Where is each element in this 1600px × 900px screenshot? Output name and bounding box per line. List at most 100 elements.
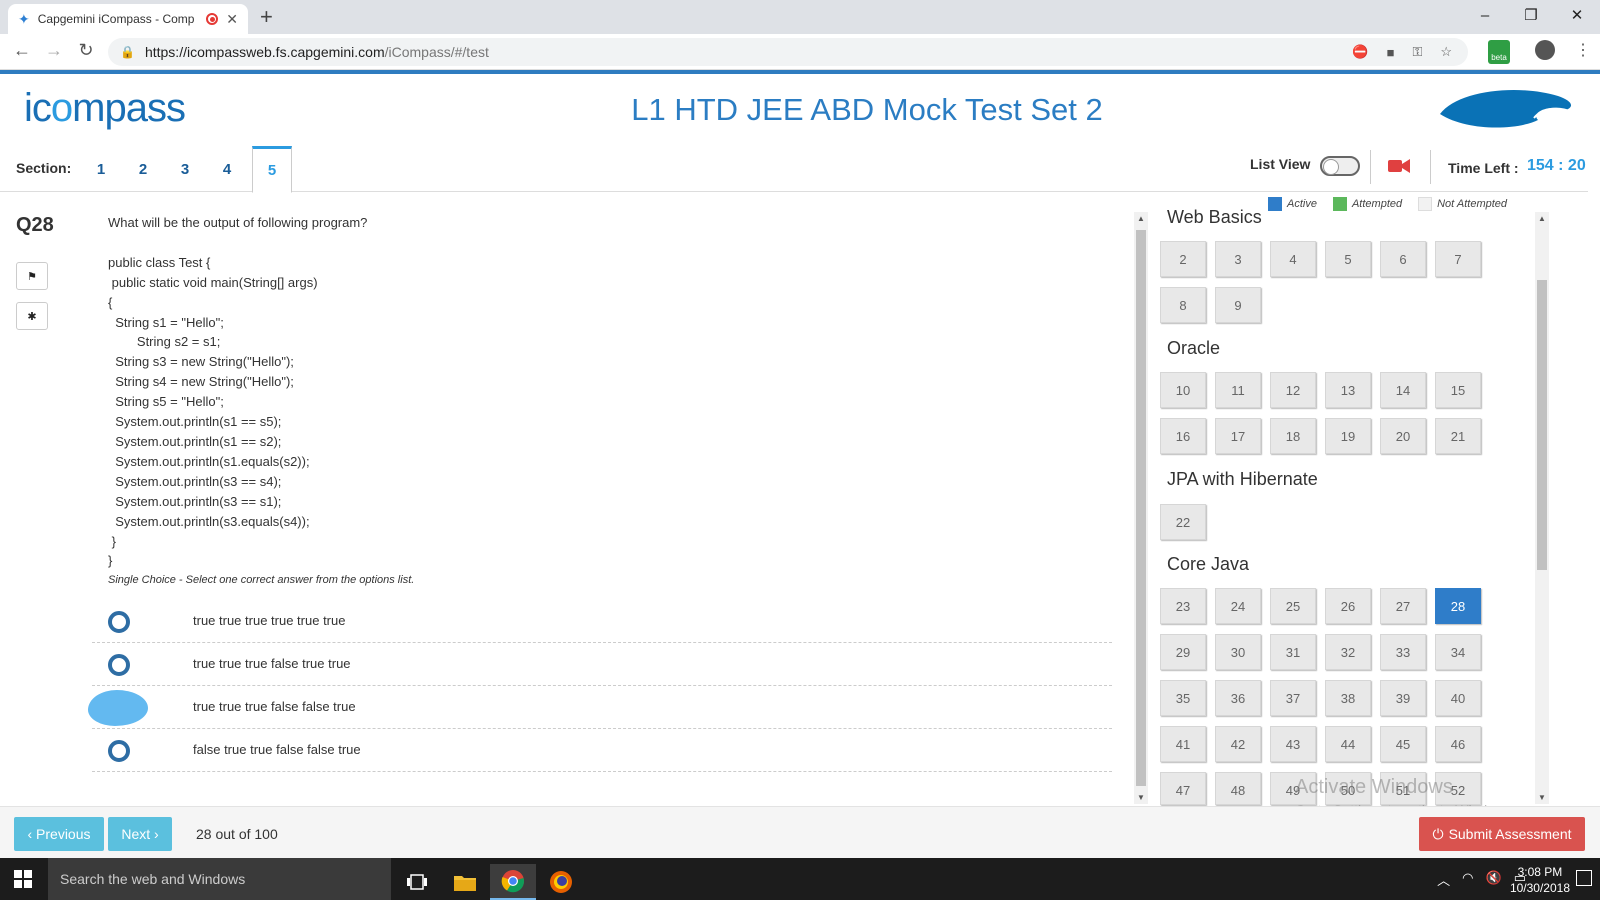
option-4[interactable]: false true true false false true <box>92 729 1112 772</box>
palette-question-43[interactable]: 43 <box>1270 726 1316 762</box>
minimize-button[interactable]: – <box>1462 0 1508 30</box>
palette-question-47[interactable]: 47 <box>1160 772 1206 805</box>
scroll-down-icon[interactable]: ▼ <box>1134 793 1148 802</box>
report-bug-button[interactable]: ✱ <box>16 302 48 330</box>
question-scrollbar[interactable]: ▲ ▼ <box>1134 212 1148 804</box>
close-window-button[interactable]: ✕ <box>1554 0 1600 30</box>
palette-question-7[interactable]: 7 <box>1435 241 1481 277</box>
palette-question-38[interactable]: 38 <box>1325 680 1371 716</box>
browser-tab[interactable]: ✦ Capgemini iCompass - Comp ✕ <box>8 4 248 34</box>
palette-question-25[interactable]: 25 <box>1270 588 1316 624</box>
forward-arrow-icon[interactable]: → <box>42 40 66 61</box>
radio-button-scribbled-over[interactable] <box>88 690 148 726</box>
browser-menu-icon[interactable]: ⋮ <box>1575 40 1591 60</box>
close-tab-icon[interactable]: ✕ <box>226 11 238 28</box>
palette-question-26[interactable]: 26 <box>1325 588 1371 624</box>
palette-question-23[interactable]: 23 <box>1160 588 1206 624</box>
chevron-up-icon[interactable]: ︿ <box>1437 870 1450 889</box>
section-tab-4[interactable]: 4 <box>206 146 248 192</box>
palette-question-42[interactable]: 42 <box>1215 726 1261 762</box>
profile-avatar[interactable] <box>1535 40 1555 60</box>
action-center-icon[interactable] <box>1576 870 1592 886</box>
windows-start-icon[interactable] <box>14 870 32 888</box>
section-tab-5[interactable]: 5 <box>252 146 292 193</box>
palette-question-37[interactable]: 37 <box>1270 680 1316 716</box>
star-icon[interactable]: ☆ <box>1440 44 1452 60</box>
palette-question-6[interactable]: 6 <box>1380 241 1426 277</box>
url-input[interactable]: 🔒 https://icompassweb.fs.capgemini.com/i… <box>108 38 1468 66</box>
palette-question-48[interactable]: 48 <box>1215 772 1261 805</box>
reload-icon[interactable]: ↻ <box>74 40 98 61</box>
palette-question-21[interactable]: 21 <box>1435 418 1481 454</box>
palette-question-16[interactable]: 16 <box>1160 418 1206 454</box>
palette-question-8[interactable]: 8 <box>1160 287 1206 323</box>
section-tab-3[interactable]: 3 <box>164 146 206 192</box>
scroll-thumb[interactable] <box>1136 230 1146 786</box>
palette-question-19[interactable]: 19 <box>1325 418 1371 454</box>
palette-question-9[interactable]: 9 <box>1215 287 1261 323</box>
palette-question-33[interactable]: 33 <box>1380 634 1426 670</box>
section-tab-2[interactable]: 2 <box>122 146 164 192</box>
submit-assessment-button[interactable]: ⏻ Submit Assessment <box>1419 817 1585 851</box>
palette-question-10[interactable]: 10 <box>1160 372 1206 408</box>
taskbar-clock[interactable]: 3:08 PM 10/30/2018 <box>1510 864 1570 896</box>
palette-question-36[interactable]: 36 <box>1215 680 1261 716</box>
firefox-icon[interactable] <box>538 864 584 900</box>
palette-question-29[interactable]: 29 <box>1160 634 1206 670</box>
palette-question-20[interactable]: 20 <box>1380 418 1426 454</box>
new-tab-button[interactable]: + <box>260 4 273 30</box>
taskbar-search-input[interactable]: Search the web and Windows <box>48 858 391 900</box>
palette-question-5[interactable]: 5 <box>1325 241 1371 277</box>
radio-button[interactable] <box>108 611 130 633</box>
palette-question-31[interactable]: 31 <box>1270 634 1316 670</box>
extension-badge[interactable]: beta <box>1488 40 1510 64</box>
palette-question-27[interactable]: 27 <box>1380 588 1426 624</box>
palette-question-41[interactable]: 41 <box>1160 726 1206 762</box>
volume-muted-icon[interactable]: 🔇 <box>1486 870 1502 889</box>
option-1[interactable]: true true true true true true <box>92 600 1112 643</box>
palette-question-28[interactable]: 28 <box>1435 588 1481 624</box>
palette-question-3[interactable]: 3 <box>1215 241 1261 277</box>
task-view-icon[interactable] <box>394 864 440 900</box>
scroll-up-icon[interactable]: ▲ <box>1535 214 1549 223</box>
palette-question-32[interactable]: 32 <box>1325 634 1371 670</box>
palette-question-46[interactable]: 46 <box>1435 726 1481 762</box>
restore-button[interactable]: ❐ <box>1508 0 1554 30</box>
chrome-icon[interactable] <box>490 864 536 900</box>
scroll-up-icon[interactable]: ▲ <box>1134 214 1148 223</box>
scroll-down-icon[interactable]: ▼ <box>1535 793 1549 802</box>
palette-question-18[interactable]: 18 <box>1270 418 1316 454</box>
scroll-thumb[interactable] <box>1537 280 1547 570</box>
palette-question-13[interactable]: 13 <box>1325 372 1371 408</box>
blocked-icon[interactable]: ⛔ <box>1352 44 1368 60</box>
palette-question-24[interactable]: 24 <box>1215 588 1261 624</box>
list-view-toggle[interactable] <box>1320 156 1360 176</box>
palette-question-17[interactable]: 17 <box>1215 418 1261 454</box>
wifi-icon[interactable]: ◠ <box>1462 870 1473 889</box>
palette-question-39[interactable]: 39 <box>1380 680 1426 716</box>
palette-question-34[interactable]: 34 <box>1435 634 1481 670</box>
palette-question-22[interactable]: 22 <box>1160 504 1206 540</box>
option-2[interactable]: true true true false true true <box>92 643 1112 686</box>
palette-question-40[interactable]: 40 <box>1435 680 1481 716</box>
palette-question-12[interactable]: 12 <box>1270 372 1316 408</box>
palette-question-2[interactable]: 2 <box>1160 241 1206 277</box>
palette-question-44[interactable]: 44 <box>1325 726 1371 762</box>
palette-question-15[interactable]: 15 <box>1435 372 1481 408</box>
camera-icon[interactable]: ■ <box>1387 45 1395 60</box>
palette-question-45[interactable]: 45 <box>1380 726 1426 762</box>
previous-button[interactable]: ‹ Previous <box>14 817 104 851</box>
radio-button[interactable] <box>108 654 130 676</box>
option-3[interactable]: true true true false false true <box>88 686 1112 729</box>
palette-question-35[interactable]: 35 <box>1160 680 1206 716</box>
next-button[interactable]: Next › <box>108 817 172 851</box>
palette-question-4[interactable]: 4 <box>1270 241 1316 277</box>
palette-question-11[interactable]: 11 <box>1215 372 1261 408</box>
flag-question-button[interactable]: ⚑ <box>16 262 48 290</box>
palette-question-30[interactable]: 30 <box>1215 634 1261 670</box>
file-explorer-icon[interactable] <box>442 864 488 900</box>
section-tab-1[interactable]: 1 <box>80 146 122 192</box>
key-icon[interactable]: ⚿ <box>1412 44 1422 60</box>
back-arrow-icon[interactable]: ← <box>10 40 34 61</box>
palette-scrollbar[interactable]: ▲ ▼ <box>1535 212 1549 804</box>
